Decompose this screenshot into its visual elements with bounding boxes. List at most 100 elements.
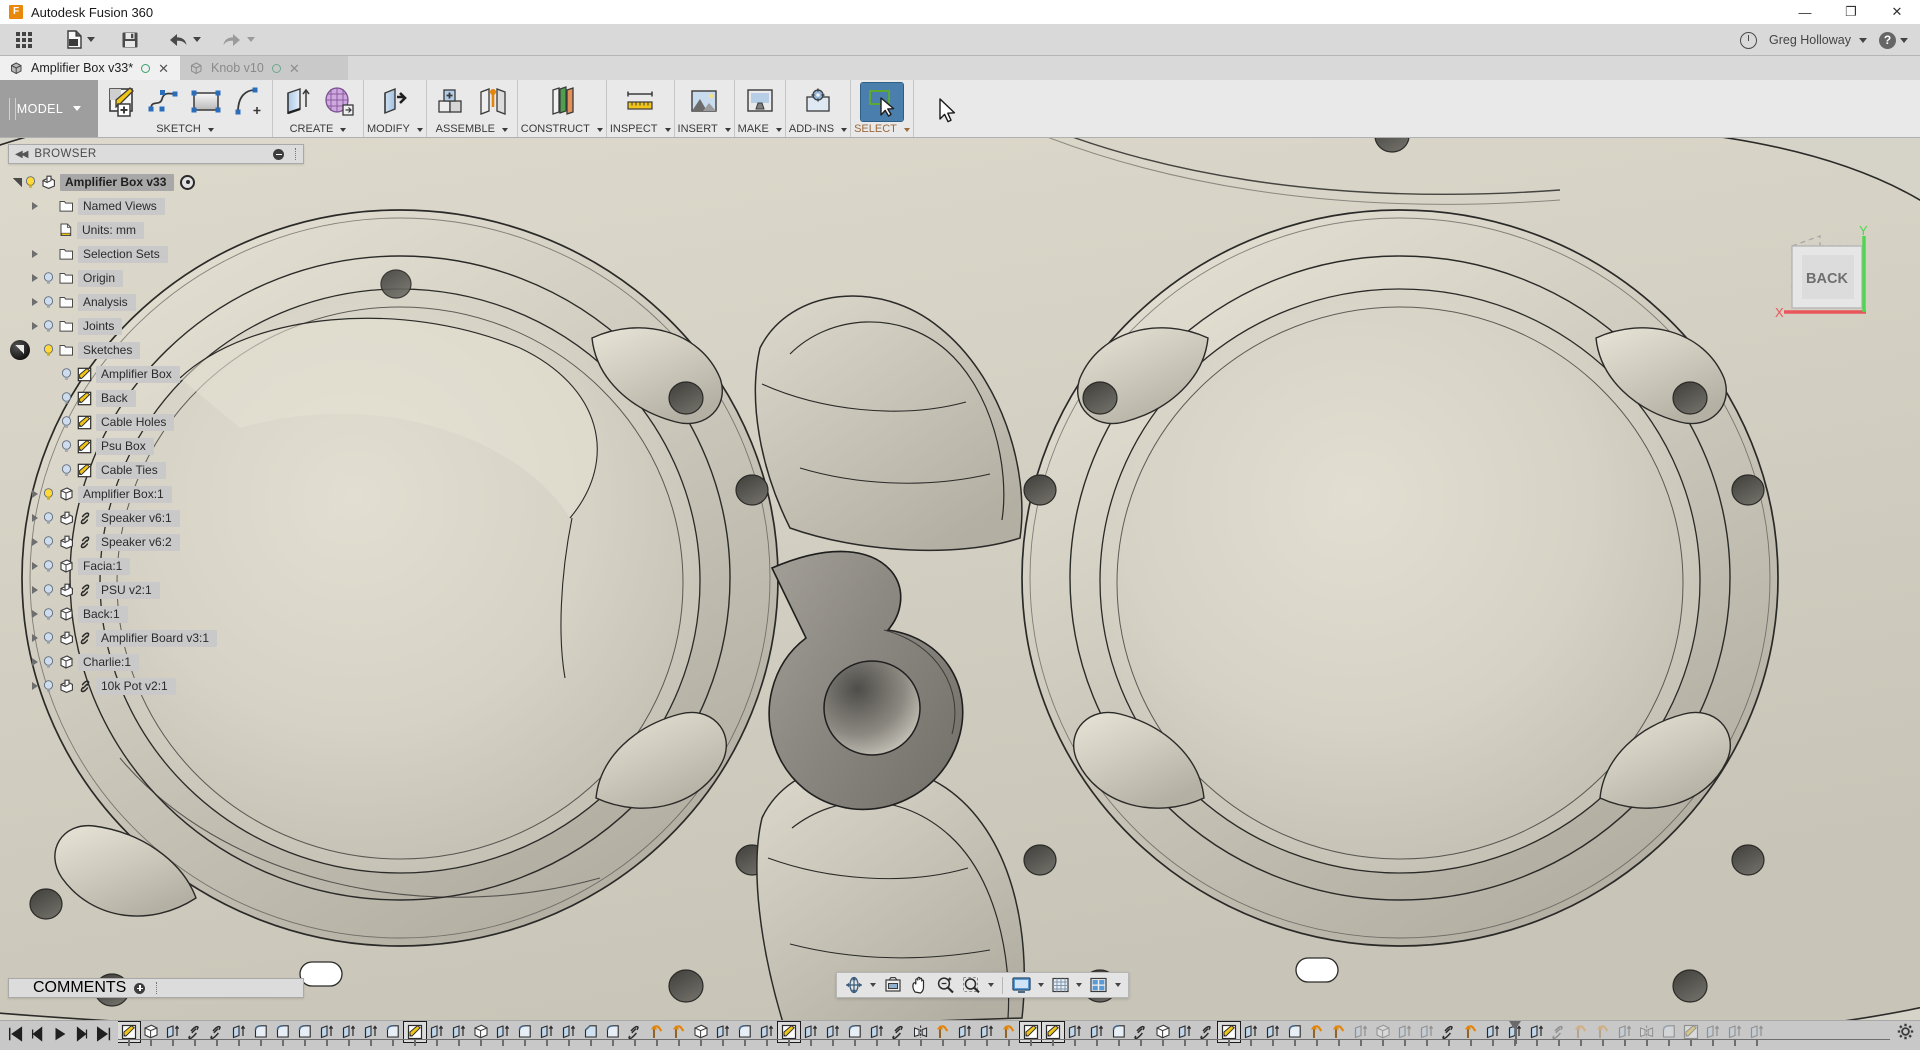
new-component-button[interactable] (430, 83, 472, 121)
browser-tree-item[interactable]: Origin (10, 266, 310, 290)
expand-triangle-icon[interactable] (28, 202, 42, 210)
timeline-track[interactable] (118, 1021, 1890, 1050)
browser-tree-item[interactable]: Speaker v6:2 (10, 530, 310, 554)
visibility-bulb-off-icon[interactable] (42, 512, 55, 525)
browser-tree-item[interactable]: Facia:1 (10, 554, 310, 578)
visibility-bulb-off-icon[interactable] (60, 440, 73, 453)
pan-button[interactable] (907, 974, 932, 996)
viewports-button[interactable] (1086, 974, 1124, 996)
create-group-label[interactable]: CREATE (290, 121, 347, 138)
collapse-left-icon[interactable]: ◀◀ (15, 149, 26, 160)
browser-tree-item[interactable]: Cable Holes (10, 410, 310, 434)
browser-tree-item[interactable]: Amplifier Box:1 (10, 482, 310, 506)
expand-triangle-icon[interactable] (28, 610, 42, 618)
orbit-button[interactable] (841, 974, 879, 996)
browser-tree-item[interactable]: Cable Ties (10, 458, 310, 482)
visibility-bulb-off-icon[interactable] (60, 368, 73, 381)
measure-button[interactable] (619, 83, 661, 121)
visibility-bulb-off-icon[interactable] (60, 464, 73, 477)
browser-tree-item[interactable]: Back (10, 386, 310, 410)
select-tool-button[interactable] (861, 83, 903, 121)
activate-component-radio[interactable] (180, 175, 195, 190)
panel-grip[interactable] (295, 148, 297, 160)
create-sketch-button[interactable] (101, 83, 143, 121)
help-menu-button[interactable]: ? (1873, 24, 1914, 56)
arc-button[interactable] (227, 83, 269, 121)
expand-triangle-icon[interactable] (28, 274, 42, 282)
browser-tree-item[interactable]: 10k Pot v2:1 (10, 674, 310, 698)
modify-group-label[interactable]: MODIFY (367, 121, 423, 138)
rectangle-button[interactable] (185, 83, 227, 121)
offset-plane-button[interactable] (541, 83, 583, 121)
visibility-bulb-off-icon[interactable] (42, 320, 55, 333)
close-icon[interactable]: ✕ (289, 62, 300, 75)
expand-triangle-icon[interactable] (28, 298, 42, 306)
undo-button[interactable] (161, 24, 207, 56)
browser-tree-item[interactable]: Amplifier Box v33 (10, 170, 310, 194)
add-comment-icon[interactable] (134, 983, 145, 994)
expand-triangle-icon[interactable] (28, 490, 42, 498)
browser-tree-item[interactable]: Amplifier Board v3:1 (10, 626, 310, 650)
timeline-go-end[interactable] (94, 1024, 114, 1044)
construct-group-label[interactable]: CONSTRUCT (521, 121, 603, 138)
assemble-group-label[interactable]: ASSEMBLE (436, 121, 508, 138)
minimize-panel-icon[interactable] (273, 149, 284, 160)
spline-button[interactable] (143, 83, 185, 121)
expand-triangle-icon[interactable] (28, 562, 42, 570)
visibility-bulb-off-icon[interactable] (42, 632, 55, 645)
browser-tree-item[interactable]: Psu Box (10, 434, 310, 458)
visibility-bulb-off-icon[interactable] (42, 272, 55, 285)
visibility-bulb-off-icon[interactable] (42, 560, 55, 573)
browser-tree-item[interactable]: PSU v2:1 (10, 578, 310, 602)
timeline-step-back[interactable] (28, 1024, 48, 1044)
close-button[interactable]: ✕ (1874, 0, 1920, 24)
recent-documents-button[interactable] (1734, 24, 1763, 56)
visibility-bulb-on-icon[interactable] (42, 488, 55, 501)
maximize-button[interactable]: ❐ (1828, 0, 1874, 24)
insert-group-label[interactable]: INSERT (678, 121, 731, 138)
visibility-bulb-off-icon[interactable] (42, 584, 55, 597)
press-pull-button[interactable] (374, 83, 416, 121)
visibility-bulb-off-icon[interactable] (42, 608, 55, 621)
visibility-bulb-off-icon[interactable] (60, 416, 73, 429)
expand-triangle-icon[interactable] (28, 250, 42, 258)
browser-tree-item[interactable]: Analysis (10, 290, 310, 314)
3d-print-button[interactable] (739, 83, 781, 121)
fit-button[interactable] (959, 974, 997, 996)
grid-snaps-button[interactable] (1048, 974, 1085, 996)
sketch-group-label[interactable]: SKETCH (156, 121, 214, 138)
doc-tab-knob[interactable]: Knob v10 ✕ (180, 56, 348, 80)
expand-triangle-icon[interactable] (28, 682, 42, 690)
visibility-bulb-on-icon[interactable] (24, 176, 37, 189)
browser-tree-item[interactable]: Speaker v6:1 (10, 506, 310, 530)
browser-tree-item[interactable]: Selection Sets (10, 242, 310, 266)
expand-triangle-icon[interactable] (28, 586, 42, 594)
timeline-settings-gear-icon[interactable] (1890, 1021, 1920, 1040)
display-settings-button[interactable] (1008, 974, 1047, 996)
timeline-step-forward[interactable] (72, 1024, 92, 1044)
addins-group-label[interactable]: ADD-INS (789, 121, 847, 138)
browser-tree-item[interactable]: Back:1 (10, 602, 310, 626)
inspect-group-label[interactable]: INSPECT (610, 121, 671, 138)
visibility-bulb-on-icon[interactable] (42, 344, 55, 357)
timeline-play[interactable] (50, 1024, 70, 1044)
user-account-menu[interactable]: Greg Holloway (1763, 24, 1873, 56)
file-menu-button[interactable] (60, 24, 101, 56)
browser-tree-item[interactable]: Charlie:1 (10, 650, 310, 674)
collapse-triangle-icon[interactable] (10, 178, 24, 187)
joint-button[interactable] (472, 83, 514, 121)
browser-tree-item[interactable]: Sketches (10, 338, 310, 362)
redo-button[interactable] (215, 24, 261, 56)
expand-triangle-icon[interactable] (28, 538, 42, 546)
expand-triangle-icon[interactable] (28, 514, 42, 522)
workspace-switcher[interactable]: MODEL (0, 80, 98, 137)
browser-tree-item[interactable]: Amplifier Box (10, 362, 310, 386)
browser-tree-item[interactable]: Units: mm (10, 218, 310, 242)
expand-triangle-icon[interactable] (28, 658, 42, 666)
scripts-addins-button[interactable] (797, 83, 839, 121)
visibility-bulb-off-icon[interactable] (60, 392, 73, 405)
visibility-bulb-off-icon[interactable] (42, 656, 55, 669)
browser-tree-item[interactable]: Joints (10, 314, 310, 338)
minimize-button[interactable]: — (1782, 0, 1828, 24)
select-group-label[interactable]: SELECT (854, 121, 910, 138)
